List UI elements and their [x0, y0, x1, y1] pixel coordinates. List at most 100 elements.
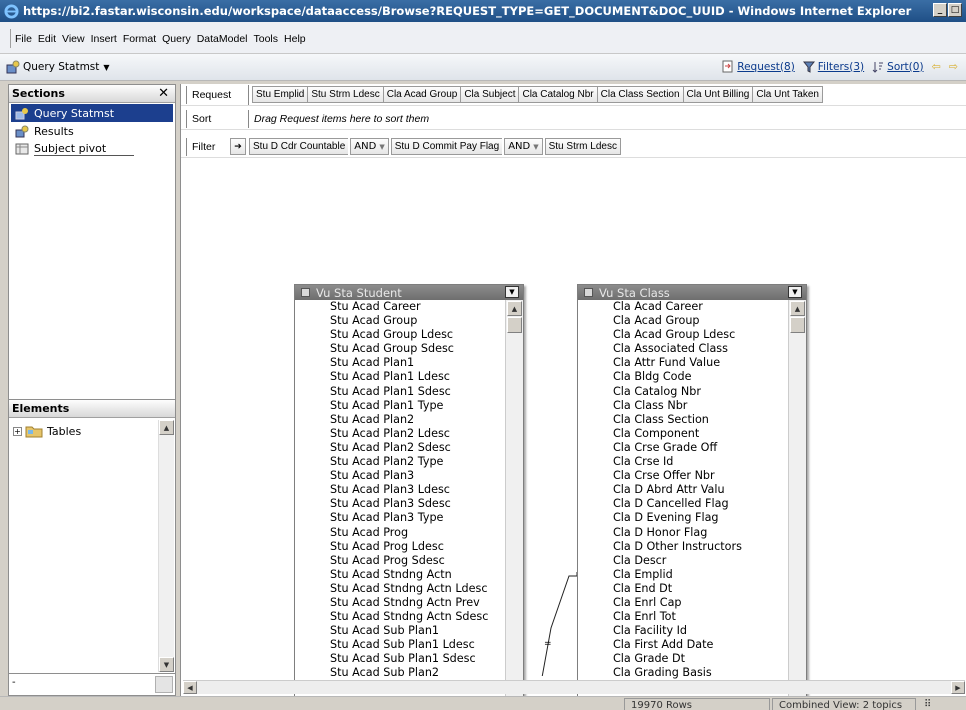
topic-field[interactable]: Cla Descr: [613, 554, 788, 568]
scroll-right-icon[interactable]: ▶: [951, 681, 965, 694]
sort-drop-zone[interactable]: Drag Request items here to sort them: [248, 109, 429, 128]
topic-field[interactable]: Cla Attr Fund Value: [613, 356, 788, 370]
back-arrow-icon[interactable]: ⇦: [932, 60, 941, 73]
topic-field[interactable]: Stu Acad Sub Plan1 Ldesc: [330, 638, 505, 652]
scroll-up-icon[interactable]: ▲: [790, 301, 805, 316]
topic-field[interactable]: Cla End Dt: [613, 582, 788, 596]
topic-menu-dropdown-icon[interactable]: ▼: [505, 286, 519, 298]
topic-field[interactable]: Stu Acad Plan1 Sdesc: [330, 385, 505, 399]
topic-vu-sta-class[interactable]: Vu Sta Class ▼ Cla Acad Career Cla Acad Gro…: [577, 284, 807, 710]
topic-field[interactable]: Cla Crse Id: [613, 455, 788, 469]
menu-item-query[interactable]: Query: [162, 33, 191, 45]
topic-field[interactable]: Stu Acad Sub Plan2: [330, 666, 505, 680]
forward-arrow-icon[interactable]: ⇨: [949, 60, 958, 73]
topic-field[interactable]: Stu Acad Stndng Actn: [330, 568, 505, 582]
topic-field[interactable]: Cla Crse Grade Off: [613, 441, 788, 455]
topic-vu-sta-student[interactable]: Vu Sta Student ▼ Stu Acad Career Stu Acad G…: [294, 284, 524, 710]
menu-item-datamodel[interactable]: DataModel: [197, 33, 248, 45]
topic-field[interactable]: Cla D Cancelled Flag: [613, 497, 788, 511]
topic-field[interactable]: Cla Facility Id: [613, 624, 788, 638]
topic-field[interactable]: Stu Acad Prog: [330, 526, 505, 540]
topic-menu-dropdown-icon[interactable]: ▼: [788, 286, 802, 298]
section-dropdown[interactable]: Query Statmst ▼: [6, 60, 110, 74]
topic-field[interactable]: Cla D Honor Flag: [613, 526, 788, 540]
topic-scrollbar[interactable]: ▲▼: [505, 300, 523, 710]
filter-operator-dropdown[interactable]: AND ▼: [504, 138, 543, 155]
request-item[interactable]: Cla Subject: [460, 86, 519, 103]
menu-item-view[interactable]: View: [62, 33, 85, 45]
topic-field[interactable]: Stu Acad Plan1 Type: [330, 399, 505, 413]
topic-header[interactable]: Vu Sta Student ▼: [295, 285, 523, 300]
menu-item-file[interactable]: File: [15, 33, 32, 45]
scroll-thumb[interactable]: [507, 317, 522, 333]
topic-field[interactable]: Stu Acad Plan2 Ldesc: [330, 427, 505, 441]
request-item[interactable]: Cla Unt Taken: [752, 86, 823, 103]
topic-field[interactable]: Cla Class Nbr: [613, 399, 788, 413]
filters-link[interactable]: Filters(3): [818, 61, 864, 73]
filter-item[interactable]: Stu D Commit Pay Flag: [390, 138, 503, 155]
tree-item-tables[interactable]: + Tables: [9, 418, 175, 438]
topic-field[interactable]: Cla Acad Group: [613, 314, 788, 328]
request-item[interactable]: Cla Class Section: [596, 86, 683, 103]
topic-field[interactable]: Stu Acad Stndng Actn Sdesc: [330, 610, 505, 624]
menu-item-insert[interactable]: Insert: [91, 33, 117, 45]
topic-field[interactable]: Cla Enrl Tot: [613, 610, 788, 624]
menu-item-format[interactable]: Format: [123, 33, 156, 45]
topic-field[interactable]: Stu Acad Stndng Actn Prev: [330, 596, 505, 610]
topic-field[interactable]: Stu Acad Plan1: [330, 356, 505, 370]
sort-link[interactable]: Sort(0): [887, 61, 923, 73]
topic-field[interactable]: Stu Acad Plan3 Type: [330, 511, 505, 525]
topic-field[interactable]: Cla Grading Basis: [613, 666, 788, 680]
topic-field[interactable]: Stu Acad Career: [330, 300, 505, 314]
request-item[interactable]: Cla Acad Group: [382, 86, 461, 103]
menu-item-help[interactable]: Help: [284, 33, 306, 45]
filter-item[interactable]: Stu Strm Ldesc: [544, 138, 621, 155]
search-button[interactable]: [155, 676, 173, 693]
topic-field[interactable]: Stu Acad Group Ldesc: [330, 328, 505, 342]
topic-field[interactable]: Cla D Evening Flag: [613, 511, 788, 525]
request-item[interactable]: Cla Catalog Nbr: [518, 86, 597, 103]
request-link[interactable]: Request(8): [737, 61, 795, 73]
topic-field[interactable]: Cla Grade Dt: [613, 652, 788, 666]
scroll-thumb[interactable]: [790, 317, 805, 333]
topic-field[interactable]: Stu Acad Sub Plan1: [330, 624, 505, 638]
filter-arrow-button[interactable]: ➔: [230, 138, 246, 155]
topic-field[interactable]: Cla Acad Group Ldesc: [613, 328, 788, 342]
topic-field[interactable]: Cla Associated Class: [613, 342, 788, 356]
scroll-down-icon[interactable]: ▼: [159, 657, 174, 672]
topic-field[interactable]: Cla Component: [613, 427, 788, 441]
topic-field[interactable]: Stu Acad Group Sdesc: [330, 342, 505, 356]
topic-field[interactable]: Cla Bldg Code: [613, 370, 788, 384]
topic-field[interactable]: Stu Acad Plan2 Sdesc: [330, 441, 505, 455]
workspace-horizontal-scrollbar[interactable]: ◀ ▶: [183, 680, 965, 694]
filter-item[interactable]: Stu D Cdr Countable: [249, 138, 349, 155]
join-line-1[interactable]: [521, 572, 578, 676]
topic-field[interactable]: Cla D Other Instructors: [613, 540, 788, 554]
topic-field[interactable]: Cla Crse Offer Nbr: [613, 469, 788, 483]
close-icon[interactable]: ✕: [158, 86, 169, 101]
maximize-button[interactable]: □: [948, 3, 962, 17]
menu-item-edit[interactable]: Edit: [38, 33, 56, 45]
scroll-left-icon[interactable]: ◀: [183, 681, 197, 694]
menu-item-tools[interactable]: Tools: [254, 33, 279, 45]
topic-field[interactable]: Cla Acad Career: [613, 300, 788, 314]
elements-search-input[interactable]: -: [9, 673, 175, 695]
topic-field[interactable]: Stu Acad Sub Plan1 Sdesc: [330, 652, 505, 666]
topic-field[interactable]: Stu Acad Group: [330, 314, 505, 328]
topic-field[interactable]: Cla Catalog Nbr: [613, 385, 788, 399]
topic-field[interactable]: Stu Acad Prog Sdesc: [330, 554, 505, 568]
topic-scrollbar[interactable]: ▲▼: [788, 300, 806, 710]
topic-field[interactable]: Stu Acad Plan1 Ldesc: [330, 370, 505, 384]
filter-operator-dropdown[interactable]: AND ▼: [350, 138, 389, 155]
request-item[interactable]: Cla Unt Billing: [682, 86, 753, 103]
topic-field[interactable]: Cla D Abrd Attr Valu: [613, 483, 788, 497]
minimize-button[interactable]: _: [933, 3, 947, 17]
topic-header[interactable]: Vu Sta Class ▼: [578, 285, 806, 300]
request-item[interactable]: Stu Strm Ldesc: [307, 86, 383, 103]
section-item-query-statmst[interactable]: Query Statmst: [11, 104, 173, 122]
topic-field[interactable]: Stu Acad Plan3 Ldesc: [330, 483, 505, 497]
topic-field[interactable]: Stu Acad Plan2 Type: [330, 455, 505, 469]
topic-field[interactable]: Stu Acad Plan3: [330, 469, 505, 483]
topic-field[interactable]: Cla Class Section: [613, 413, 788, 427]
scroll-up-icon[interactable]: ▲: [159, 420, 174, 435]
